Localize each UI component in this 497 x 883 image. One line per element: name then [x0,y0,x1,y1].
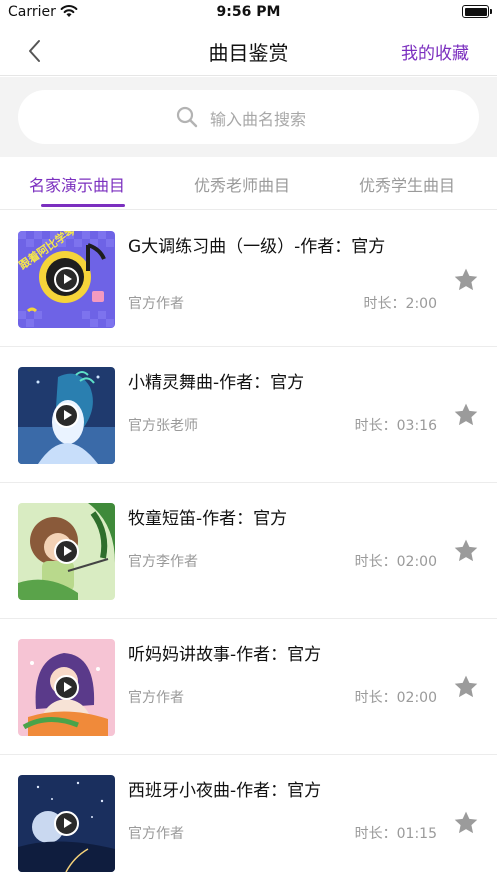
song-cover[interactable] [18,367,115,464]
search-placeholder: 输入曲名搜索 [210,110,307,129]
nav-bar: 曲目鉴赏 我的收藏 [0,26,497,76]
search-section: 输入曲名搜索 [0,77,497,157]
song-duration: 时长：02:00 [354,690,437,706]
song-title: 听妈妈讲故事-作者：官方 [128,645,322,665]
play-icon[interactable] [54,267,79,292]
star-icon[interactable] [453,538,479,564]
song-title: 西班牙小夜曲-作者：官方 [128,781,322,801]
tab-master-demos[interactable]: 名家演示曲目 [29,172,125,196]
song-item[interactable]: 西班牙小夜曲-作者：官方 官方作者 时长：01:15 [0,755,497,883]
battery-icon [462,5,492,18]
song-author: 官方作者 [128,296,184,312]
tab-student-songs[interactable]: 优秀学生曲目 [359,172,455,196]
play-icon[interactable] [54,811,79,836]
song-title: 牧童短笛-作者：官方 [128,509,288,529]
play-icon[interactable] [54,403,79,428]
song-title: G大调练习曲（一级）-作者：官方 [128,237,386,257]
star-icon[interactable] [453,810,479,836]
my-favorites-button[interactable]: 我的收藏 [401,39,469,64]
song-duration: 时长：2:00 [363,296,437,312]
star-icon[interactable] [453,267,479,293]
song-item[interactable]: 跟着阿比学琴 G大调练习曲（一级）-作者：官方 官方作者 时长：2:00 [0,211,497,347]
song-cover[interactable] [18,775,115,872]
tab-teacher-songs[interactable]: 优秀老师曲目 [194,172,290,196]
song-author: 官方李作者 [128,554,198,570]
search-input[interactable]: 输入曲名搜索 [18,90,479,144]
song-duration: 时长：01:15 [354,826,437,842]
status-bar: Carrier 9:56 PM [0,0,497,26]
song-cover[interactable]: 跟着阿比学琴 [18,231,115,328]
song-cover[interactable] [18,503,115,600]
search-icon [176,106,198,128]
category-tabs: 名家演示曲目 优秀老师曲目 优秀学生曲目 [0,157,497,210]
song-item[interactable]: 听妈妈讲故事-作者：官方 官方作者 时长：02:00 [0,619,497,755]
song-item[interactable]: 小精灵舞曲-作者：官方 官方张老师 时长：03:16 [0,347,497,483]
star-icon[interactable] [453,402,479,428]
song-cover[interactable] [18,639,115,736]
status-time: 9:56 PM [216,4,281,20]
song-author: 官方作者 [128,690,184,706]
play-icon[interactable] [54,675,79,700]
active-tab-indicator [41,204,125,207]
song-title: 小精灵舞曲-作者：官方 [128,373,305,393]
song-author: 官方作者 [128,826,184,842]
song-item[interactable]: 牧童短笛-作者：官方 官方李作者 时长：02:00 [0,483,497,619]
song-author: 官方张老师 [128,418,198,434]
song-duration: 时长：03:16 [354,418,437,434]
star-icon[interactable] [453,674,479,700]
song-duration: 时长：02:00 [354,554,437,570]
play-icon[interactable] [54,539,79,564]
